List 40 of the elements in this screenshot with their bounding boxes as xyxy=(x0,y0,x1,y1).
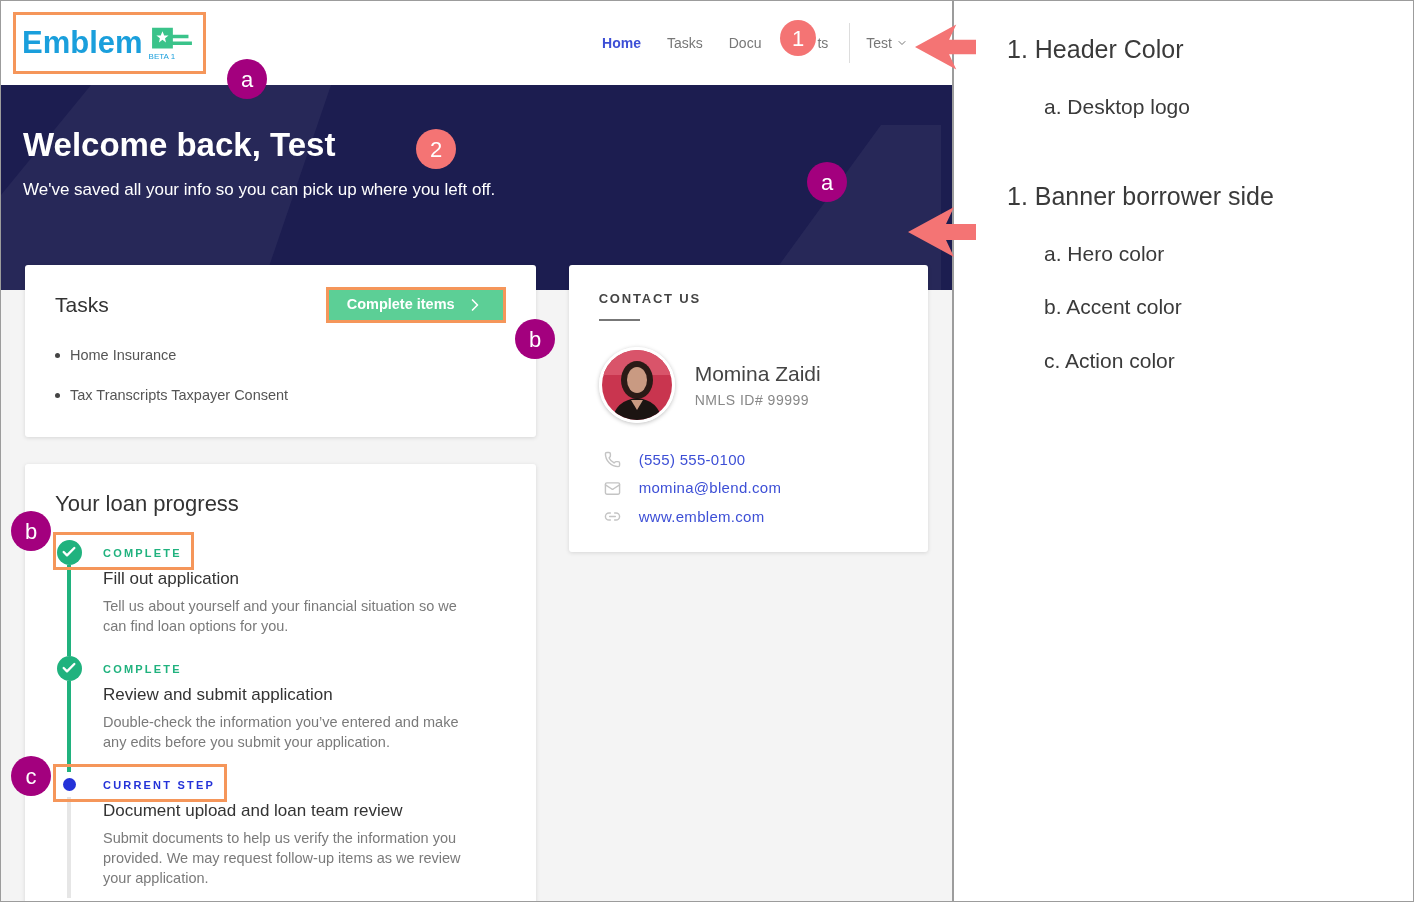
contact-link[interactable]: (555) 555-0100 xyxy=(638,448,746,471)
nav-link-fragment: ts xyxy=(817,33,829,53)
note-heading: 1. Banner borrower side xyxy=(1007,181,1275,212)
step-description: Submit documents to help us verify the information you provided. We may request follow-up items as we review your application. xyxy=(103,828,462,888)
nav-link[interactable]: Home xyxy=(602,32,641,54)
user-menu[interactable]: Test xyxy=(866,32,908,54)
mail-icon xyxy=(603,479,621,497)
note-item: a. Desktop logo xyxy=(1044,93,1191,120)
note-item: c. Action color xyxy=(1044,347,1176,374)
task-item: Tax Transcripts Taxpayer Consent xyxy=(70,385,289,405)
step-status: CURRENT STEP xyxy=(103,778,215,791)
note-heading: 1. Header Color xyxy=(1007,34,1185,65)
note-item: b. Accent color xyxy=(1044,294,1183,320)
contact-link[interactable]: momina@blend.com xyxy=(638,477,782,500)
banner-subtitle: We've saved all your info so you can pick up where you left off. xyxy=(23,179,496,201)
bullet-icon xyxy=(55,353,60,359)
card-title: CONTACT US xyxy=(598,290,702,308)
card-title: Tasks xyxy=(55,292,109,319)
note-item: a. Hero color xyxy=(1044,240,1166,267)
phone-icon xyxy=(603,451,621,469)
card-title: Your loan progress xyxy=(55,489,240,518)
task-item: Home Insurance xyxy=(70,346,177,365)
pointer-arrow xyxy=(915,22,976,72)
step-status: COMPLETE xyxy=(103,662,182,675)
contact-name: Momina Zaidi xyxy=(694,361,821,388)
pointer-arrow xyxy=(908,207,976,257)
step-title: Fill out application xyxy=(103,567,241,590)
beta-label: BETA 1 xyxy=(148,52,176,61)
bullet-icon xyxy=(55,393,60,399)
step-status: COMPLETE xyxy=(103,546,182,559)
nav-link[interactable]: Tasks xyxy=(666,32,703,54)
step-description: Tell us about yourself and your financial situation so we can find loan options for you. xyxy=(103,596,458,636)
logo-wordmark: Emblem xyxy=(22,25,143,61)
nmls-id: NMLS ID# 99999 xyxy=(694,390,811,410)
step-title: Review and submit application xyxy=(103,683,334,706)
nav-link[interactable]: Docu xyxy=(728,32,762,54)
banner-title: Welcome back, Test xyxy=(23,125,336,165)
contact-link[interactable]: www.emblem.com xyxy=(638,505,765,528)
step-description: Double-check the information you’ve entered and make any edits before you submit your application. xyxy=(103,712,460,752)
step-title: Document upload and loan team review xyxy=(103,799,404,822)
